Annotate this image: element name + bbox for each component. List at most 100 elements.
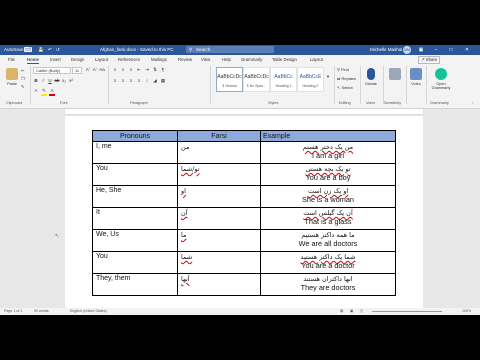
- search-box[interactable]: ⚲ Search: [186, 46, 274, 53]
- farsi-cell[interactable]: تو/شما: [177, 163, 261, 186]
- collapse-ribbon-icon[interactable]: ⌃: [470, 101, 476, 107]
- farsi-cell[interactable]: من: [177, 141, 261, 164]
- save-icon[interactable]: 💾: [38, 47, 44, 53]
- font-name-select[interactable]: Calibri (Body): [33, 67, 71, 74]
- justify-icon[interactable]: ≡: [136, 78, 142, 84]
- font-size-select[interactable]: 11: [72, 67, 82, 74]
- example-cell[interactable]: آن یک گیلس است That is a glass: [260, 207, 396, 230]
- subscript-icon[interactable]: x₂: [61, 78, 67, 84]
- pronoun-cell[interactable]: He, She: [92, 185, 178, 208]
- tab-review[interactable]: Review: [178, 57, 192, 62]
- ruler[interactable]: [65, 109, 423, 115]
- pronoun-cell[interactable]: They, them: [92, 273, 178, 296]
- zoom-slider[interactable]: [372, 311, 442, 312]
- pronoun-cell[interactable]: You: [92, 163, 178, 186]
- tab-insert[interactable]: Insert: [50, 57, 61, 62]
- font-color-icon[interactable]: A: [49, 88, 55, 96]
- share-button[interactable]: ↗ Share: [418, 56, 441, 64]
- superscript-icon[interactable]: x²: [68, 78, 74, 84]
- highlight-icon[interactable]: ✎: [41, 88, 47, 96]
- decrease-indent-icon[interactable]: ⇤: [136, 67, 142, 73]
- shrink-font-icon[interactable]: Aˇ: [92, 67, 98, 73]
- example-cell[interactable]: شما یک داکتر هستید You are a doctor: [260, 251, 396, 274]
- tab-view[interactable]: View: [201, 57, 210, 62]
- document-page[interactable]: Pronouns Farsi Example I, me من من یک دختر…: [65, 116, 423, 315]
- align-left-icon[interactable]: ≡: [112, 78, 118, 84]
- tab-references[interactable]: References: [118, 57, 140, 62]
- copy-icon[interactable]: ❐: [21, 76, 25, 81]
- tab-mailings[interactable]: Mailings: [151, 57, 167, 62]
- farsi-cell[interactable]: شما: [177, 251, 261, 274]
- pronoun-cell[interactable]: We, Us: [92, 229, 178, 252]
- farsi-cell[interactable]: ما: [177, 229, 261, 252]
- open-grammarly-button[interactable]: Open Grammarly: [428, 68, 454, 90]
- show-marks-icon[interactable]: ¶: [160, 67, 166, 73]
- format-painter-icon[interactable]: ✎: [21, 84, 24, 89]
- tab-layout[interactable]: Layout: [95, 57, 108, 62]
- ribbon-display-icon[interactable]: ▣: [416, 46, 426, 54]
- borders-icon[interactable]: ▦: [160, 78, 166, 84]
- pronoun-cell[interactable]: I, me: [92, 141, 178, 164]
- close-icon[interactable]: ✕: [462, 46, 472, 54]
- redo-icon[interactable]: ↺: [56, 47, 60, 53]
- dictate-button[interactable]: Dictate: [362, 68, 380, 86]
- shading-icon[interactable]: ◢: [152, 78, 158, 84]
- pronoun-cell[interactable]: You: [92, 251, 178, 274]
- cut-icon[interactable]: ✂: [21, 68, 24, 73]
- styles-more-icon[interactable]: ▾: [325, 74, 331, 80]
- select-button[interactable]: ↖ Select: [337, 85, 353, 90]
- numbering-icon[interactable]: ≡: [120, 67, 126, 73]
- autosave-toggle[interactable]: Off: [24, 47, 32, 52]
- maximize-icon[interactable]: □: [446, 46, 456, 54]
- strikethrough-icon[interactable]: ab: [54, 78, 60, 84]
- tab-table-layout[interactable]: Layout: [310, 57, 323, 62]
- pronoun-cell[interactable]: It: [92, 207, 178, 230]
- pronoun-table[interactable]: Pronouns Farsi Example I, me من من یک دختر…: [92, 130, 396, 296]
- style-heading-2[interactable]: AaBbCcE Heading 2: [297, 67, 324, 92]
- line-spacing-icon[interactable]: ↕: [144, 78, 150, 84]
- bullets-icon[interactable]: ≡: [112, 67, 118, 73]
- tab-file[interactable]: File: [8, 57, 15, 62]
- farsi-cell[interactable]: آن: [177, 207, 261, 230]
- increase-indent-icon[interactable]: ⇥: [144, 67, 150, 73]
- farsi-cell[interactable]: آنها: [177, 273, 261, 296]
- style-heading-1[interactable]: AaBbCc Heading 1: [270, 67, 297, 92]
- tab-design[interactable]: Design: [71, 57, 84, 62]
- user-name[interactable]: Michelle Mashal: [370, 47, 402, 52]
- farsi-cell[interactable]: او: [177, 185, 261, 208]
- web-layout-icon[interactable]: ◫: [360, 309, 363, 313]
- sensitivity-button[interactable]: [385, 68, 405, 82]
- find-button[interactable]: ⚲ Find: [337, 67, 349, 72]
- multilevel-list-icon[interactable]: ≡: [128, 67, 134, 73]
- change-case-icon[interactable]: Aa: [99, 67, 105, 73]
- tab-grammarly[interactable]: Grammarly: [241, 57, 262, 62]
- page-count[interactable]: Page 1 of 1: [4, 309, 22, 313]
- print-layout-icon[interactable]: ▣: [350, 309, 353, 313]
- read-mode-icon[interactable]: ▤: [340, 309, 343, 313]
- underline-icon[interactable]: U: [47, 78, 53, 84]
- word-count[interactable]: 90 words: [34, 309, 49, 313]
- paste-button[interactable]: Paste: [4, 68, 20, 86]
- tab-help[interactable]: Help: [222, 57, 231, 62]
- undo-icon[interactable]: ↶: [48, 47, 52, 53]
- example-cell[interactable]: او یک زن است She is a woman: [260, 185, 396, 208]
- example-cell[interactable]: تو یک بچه هستی You are a boy: [260, 163, 396, 186]
- video-button[interactable]: Video: [408, 68, 424, 86]
- zoom-level[interactable]: 100%: [462, 309, 471, 313]
- example-cell[interactable]: انها داکتران هستند They are doctors: [260, 273, 396, 296]
- align-center-icon[interactable]: ≡: [120, 78, 126, 84]
- style-normal[interactable]: AaBbCcDc ¶ Normal: [216, 67, 243, 92]
- example-cell[interactable]: ما همه داکتر هستیم We are all doctors: [260, 229, 396, 252]
- italic-icon[interactable]: I: [40, 78, 46, 84]
- language-status[interactable]: English (United States): [70, 309, 107, 313]
- example-cell[interactable]: من یک دختر هستم I am a girl: [260, 141, 396, 164]
- minimize-icon[interactable]: –: [431, 46, 441, 54]
- text-effects-icon[interactable]: A: [33, 88, 39, 94]
- avatar[interactable]: MM: [403, 46, 411, 54]
- grow-font-icon[interactable]: Aˆ: [85, 67, 91, 73]
- replace-button[interactable]: ⇄ Replace: [337, 76, 356, 81]
- align-right-icon[interactable]: ≡: [128, 78, 134, 84]
- bold-icon[interactable]: B: [33, 78, 39, 84]
- sort-icon[interactable]: ⇅: [152, 67, 158, 73]
- style-no-spacing[interactable]: AaBbCcDc ¶ No Spac...: [243, 67, 270, 92]
